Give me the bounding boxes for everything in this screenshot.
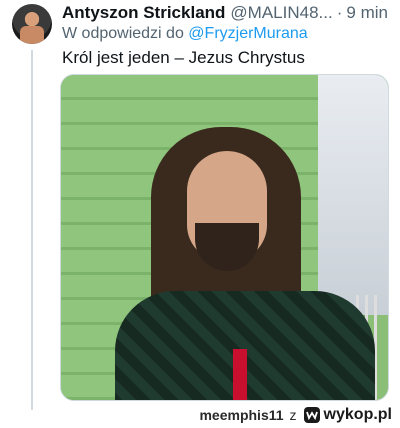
watermark-site: wykop.pl	[323, 406, 392, 423]
person-undershirt	[233, 349, 247, 400]
thread-line	[31, 50, 33, 410]
tweet-text: Król jest jeden – Jezus Chrystus	[62, 48, 305, 67]
wykop-logo: wykop.pl	[303, 406, 392, 424]
watermark: meemphis11 z wykop.pl	[199, 406, 392, 424]
author-handle[interactable]: @MALIN48...	[230, 3, 332, 23]
author-avatar[interactable]	[12, 4, 52, 44]
watermark-user: meemphis11	[199, 407, 284, 423]
tweet-header: Antyszon Strickland @MALIN48... · 9 min	[62, 2, 390, 24]
tweet-video-thumbnail[interactable]	[60, 74, 389, 401]
reply-prefix: W odpowiedzi do	[62, 25, 184, 42]
reply-context: W odpowiedzi do @FryzjerMurana	[62, 25, 308, 43]
author-name[interactable]: Antyszon Strickland	[62, 3, 225, 23]
person-figure	[115, 115, 375, 400]
wykop-logo-icon	[303, 407, 320, 423]
tweet-timestamp[interactable]: 9 min	[346, 3, 388, 23]
reply-handle-link[interactable]: @FryzjerMurana	[188, 25, 307, 42]
separator-dot: ·	[336, 3, 343, 22]
watermark-conj: z	[289, 407, 297, 423]
